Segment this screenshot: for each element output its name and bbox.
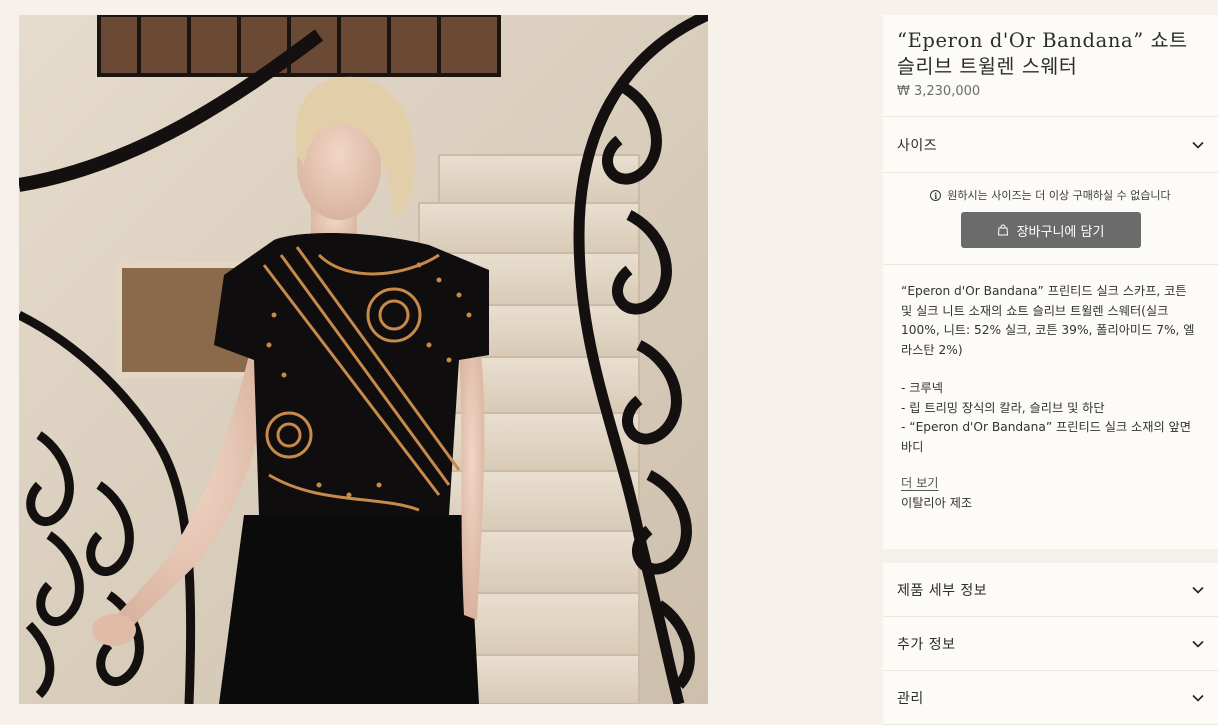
description-text: “Eperon d'Or Bandana” 프린티드 실크 스카프, 코튼 및 … — [901, 284, 1195, 357]
section-gap — [883, 549, 1218, 563]
read-more-link[interactable]: 더 보기 — [901, 474, 939, 494]
chevron-down-icon — [1192, 586, 1204, 594]
accordion-label: 추가 정보 — [897, 636, 956, 653]
made-in-text: 이탈리아 제조 — [901, 495, 973, 510]
shopping-bag-icon — [997, 224, 1008, 236]
description-bullet: - “Eperon d'Or Bandana” 프린티드 실크 소재의 앞면 바… — [901, 420, 1191, 454]
product-header: “Eperon d'Or Bandana” 쇼트 슬리브 트윌렌 스웨터 ₩ 3… — [883, 15, 1218, 116]
accordion-label: 관리 — [897, 690, 924, 707]
chevron-down-icon — [1192, 141, 1204, 149]
chevron-down-icon — [1192, 640, 1204, 648]
accordion-additional-info[interactable]: 추가 정보 — [883, 617, 1218, 671]
availability-message: i 원하시는 사이즈는 더 이상 구매하실 수 없습니다 — [883, 187, 1218, 203]
chevron-down-icon — [1192, 694, 1204, 702]
add-to-cart-button[interactable]: 장바구니에 담기 — [960, 212, 1141, 248]
add-to-cart-label: 장바구니에 담기 — [1016, 224, 1105, 240]
product-card: “Eperon d'Or Bandana” 쇼트 슬리브 트윌렌 스웨터 ₩ 3… — [883, 15, 1218, 549]
product-photo-illustration — [19, 15, 708, 704]
description-bullet: - 립 트리밍 장식의 칼라, 슬리브 및 하단 — [901, 400, 1105, 415]
size-selector[interactable]: 사이즈 — [883, 117, 1218, 172]
product-description: “Eperon d'Or Bandana” 프린티드 실크 스카프, 코튼 및 … — [883, 265, 1218, 549]
product-image[interactable] — [19, 15, 708, 704]
availability-block: i 원하시는 사이즈는 더 이상 구매하실 수 없습니다 장바구니에 담기 — [883, 173, 1218, 264]
description-bullet: - 크루넥 — [901, 381, 943, 395]
info-icon: i — [930, 189, 942, 201]
product-panel: “Eperon d'Or Bandana” 쇼트 슬리브 트윌렌 스웨터 ₩ 3… — [883, 15, 1218, 725]
accordion-list: 제품 세부 정보 추가 정보 관리 — [883, 563, 1218, 725]
accordion-product-details[interactable]: 제품 세부 정보 — [883, 563, 1218, 617]
accordion-care[interactable]: 관리 — [883, 671, 1218, 725]
size-label: 사이즈 — [897, 137, 938, 154]
accordion-label: 제품 세부 정보 — [897, 582, 988, 599]
product-title: “Eperon d'Or Bandana” 쇼트 슬리브 트윌렌 스웨터 — [897, 29, 1188, 78]
product-price: ₩ 3,230,000 — [897, 84, 981, 99]
availability-text: 원하시는 사이즈는 더 이상 구매하실 수 없습니다 — [947, 189, 1171, 202]
